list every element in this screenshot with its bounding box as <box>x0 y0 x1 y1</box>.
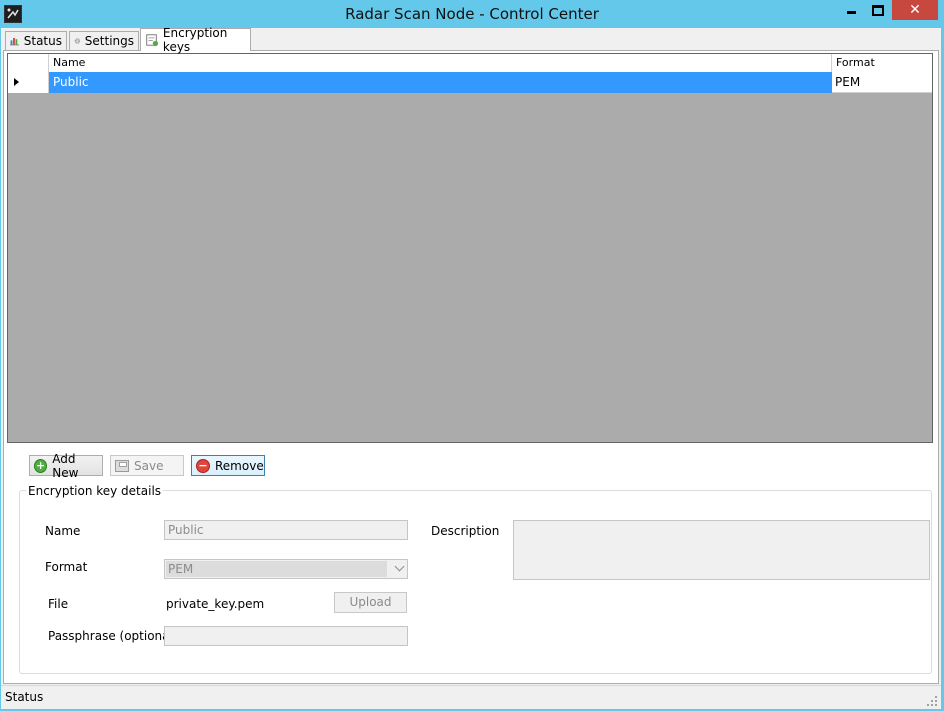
keys-grid[interactable]: Name Format Public PEM <box>7 53 933 443</box>
passphrase-field[interactable] <box>164 626 408 646</box>
row-header-corner[interactable] <box>8 54 49 72</box>
tab-encryption-keys-label: Encryption keys <box>162 26 228 54</box>
description-field[interactable] <box>513 520 930 580</box>
name-label: Name <box>45 524 81 538</box>
group-title: Encryption key details <box>26 484 164 498</box>
chevron-down-icon <box>394 561 405 572</box>
application-window: Radar Scan Node - Control Center ✕ Statu… <box>0 0 944 711</box>
format-select-value: PEM <box>166 561 387 577</box>
tab-status-label: Status <box>23 34 62 48</box>
row-header[interactable] <box>8 72 49 93</box>
key-details-group <box>19 490 932 674</box>
client-area: Status Settings Encryption keys Name For… <box>1 26 941 709</box>
format-select[interactable]: PEM <box>164 559 408 579</box>
tab-settings[interactable]: Settings <box>69 31 139 50</box>
format-label: Format <box>45 560 88 574</box>
remove-button[interactable]: − Remove <box>191 455 265 476</box>
encryption-keys-panel: Name Format Public PEM + Add New Save − … <box>3 50 939 684</box>
add-circle-icon: + <box>34 458 48 473</box>
status-text: Status <box>5 690 44 704</box>
column-header-format[interactable]: Format <box>832 54 932 72</box>
add-new-button[interactable]: + Add New <box>29 452 103 480</box>
tab-status[interactable]: Status <box>5 31 67 50</box>
close-button[interactable]: ✕ <box>892 0 938 20</box>
minimize-button[interactable] <box>838 0 865 20</box>
remove-label: Remove <box>215 458 264 473</box>
remove-circle-icon: − <box>196 458 210 473</box>
table-row[interactable]: Public PEM <box>8 72 932 93</box>
add-new-label: Add New <box>52 451 79 480</box>
file-label: File <box>48 597 69 611</box>
save-disk-icon <box>115 459 129 472</box>
name-field[interactable]: Public <box>164 520 408 540</box>
close-icon: ✕ <box>909 2 921 18</box>
gear-icon <box>74 38 81 44</box>
passphrase-label: Passphrase (optional) <box>48 629 178 643</box>
grid-header: Name Format <box>8 54 932 73</box>
description-label: Description <box>431 524 500 538</box>
resize-grip-icon[interactable] <box>927 696 937 706</box>
upload-button[interactable]: Upload <box>334 592 407 613</box>
tab-strip: Status Settings Encryption keys <box>1 26 941 54</box>
title-bar[interactable]: Radar Scan Node - Control Center ✕ <box>0 0 944 28</box>
column-header-name[interactable]: Name <box>49 54 832 72</box>
bar-chart-icon <box>10 37 20 46</box>
cell-name[interactable]: Public <box>49 72 832 93</box>
current-row-arrow-icon <box>14 78 19 86</box>
cell-format[interactable]: PEM <box>832 72 932 93</box>
key-document-icon <box>146 34 159 47</box>
tab-encryption-keys[interactable]: Encryption keys <box>140 26 251 54</box>
status-bar: Status <box>1 685 941 709</box>
tab-settings-label: Settings <box>84 34 134 48</box>
maximize-button[interactable] <box>865 0 891 20</box>
save-label: Save <box>134 458 164 473</box>
minimize-icon <box>847 11 856 14</box>
window-title: Radar Scan Node - Control Center <box>345 5 599 23</box>
save-button[interactable]: Save <box>110 455 184 476</box>
maximize-icon <box>872 4 884 16</box>
file-name-value: private_key.pem <box>166 597 265 611</box>
